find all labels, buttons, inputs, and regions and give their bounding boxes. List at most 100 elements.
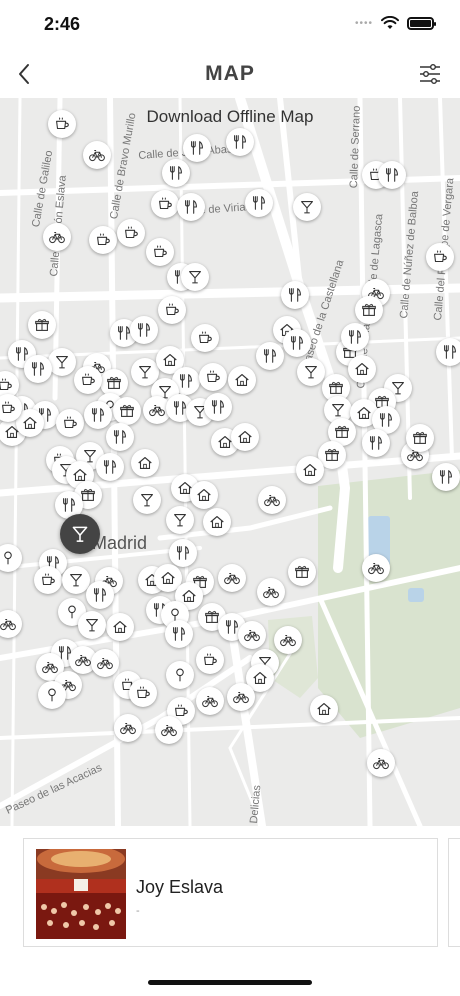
venue-pin-home[interactable] xyxy=(190,481,218,509)
bicycle-icon xyxy=(224,573,240,585)
venue-pin-food[interactable] xyxy=(183,134,211,162)
venue-pin-bike[interactable] xyxy=(367,749,395,777)
venue-pin-coffee[interactable] xyxy=(146,238,174,266)
venue-pin-pin[interactable] xyxy=(166,661,194,689)
venue-pin-food[interactable] xyxy=(86,581,114,609)
cutlery-icon xyxy=(289,288,301,302)
place-carousel[interactable]: Joy Eslava - xyxy=(0,826,460,996)
venue-pin-food[interactable] xyxy=(165,620,193,648)
venue-pin-food[interactable] xyxy=(256,342,284,370)
cocktail-icon xyxy=(141,494,153,507)
venue-pin-coffee[interactable] xyxy=(89,226,117,254)
venue-pin-bike[interactable] xyxy=(274,626,302,654)
venue-pin-bike[interactable] xyxy=(227,683,255,711)
house-icon xyxy=(355,363,369,375)
venue-pin-coffee[interactable] xyxy=(199,363,227,391)
venue-pin-food[interactable] xyxy=(226,128,254,156)
venue-pin-cocktail[interactable] xyxy=(181,263,209,291)
venue-pin-home[interactable] xyxy=(131,449,159,477)
venue-pin-food[interactable] xyxy=(96,453,124,481)
venue-pin-food[interactable] xyxy=(169,539,197,567)
venue-pin-coffee[interactable] xyxy=(426,243,454,271)
venue-pin-home[interactable] xyxy=(348,355,376,383)
venue-pin-bike[interactable] xyxy=(257,578,285,606)
venue-pin-food[interactable] xyxy=(436,338,460,366)
venue-pin-food[interactable] xyxy=(432,463,460,491)
venue-pin-coffee[interactable] xyxy=(74,366,102,394)
bicycle-icon xyxy=(264,495,280,507)
coffee-cup-icon xyxy=(42,573,55,586)
venue-pin-food[interactable] xyxy=(204,393,232,421)
filter-button[interactable] xyxy=(414,58,446,90)
venue-pin-coffee[interactable] xyxy=(158,296,186,324)
coffee-cup-icon xyxy=(434,250,447,263)
venue-pin-bike[interactable] xyxy=(43,223,71,251)
place-photo xyxy=(36,849,126,939)
venue-pin-bike[interactable] xyxy=(196,687,224,715)
venue-pin-home[interactable] xyxy=(310,695,338,723)
venue-pin-food[interactable] xyxy=(378,161,406,189)
place-card[interactable]: Joy Eslava - xyxy=(23,838,438,947)
venue-pin-pin[interactable] xyxy=(38,681,66,709)
bicycle-icon xyxy=(280,635,296,647)
venue-pin-food[interactable] xyxy=(24,355,52,383)
venue-pin-bike[interactable] xyxy=(91,649,119,677)
venue-pin-coffee[interactable] xyxy=(191,324,219,352)
venue-pin-cocktail[interactable] xyxy=(133,486,161,514)
cutlery-icon xyxy=(349,330,361,344)
venue-pin-cocktail[interactable] xyxy=(293,193,321,221)
venue-pin-coffee[interactable] xyxy=(48,110,76,138)
venue-pin-gift[interactable] xyxy=(113,397,141,425)
venue-pin-gift[interactable] xyxy=(355,296,383,324)
venue-pin-coffee[interactable] xyxy=(151,190,179,218)
venue-pin-home[interactable] xyxy=(228,366,256,394)
venue-pin-home[interactable] xyxy=(231,423,259,451)
venue-pin-home[interactable] xyxy=(203,508,231,536)
venue-pin-coffee[interactable] xyxy=(117,219,145,247)
venue-pin-food[interactable] xyxy=(245,189,273,217)
wifi-icon xyxy=(381,16,399,29)
venue-pin-cocktail[interactable] xyxy=(48,348,76,376)
bicycle-icon xyxy=(42,662,58,674)
venue-pin-cocktail[interactable] xyxy=(166,506,194,534)
venue-pin-food[interactable] xyxy=(341,323,369,351)
venue-pin-food[interactable] xyxy=(162,159,190,187)
venue-pin-bike[interactable] xyxy=(218,564,246,592)
bicycle-icon xyxy=(49,232,65,244)
venue-pin-bike[interactable] xyxy=(238,621,266,649)
venue-pin-food[interactable] xyxy=(283,329,311,357)
venue-pin-food[interactable] xyxy=(362,429,390,457)
venue-pin-home[interactable] xyxy=(296,456,324,484)
venue-pin-bike[interactable] xyxy=(83,141,111,169)
selected-venue-pin[interactable] xyxy=(60,514,100,554)
venue-pin-gift[interactable] xyxy=(406,424,434,452)
map-view[interactable]: Download Offline Map Calle de Galileo Ca… xyxy=(0,98,460,826)
bicycle-icon xyxy=(202,696,218,708)
venue-pin-gift[interactable] xyxy=(288,558,316,586)
venue-pin-food[interactable] xyxy=(84,401,112,429)
next-place-card[interactable] xyxy=(448,838,460,947)
venue-pin-bike[interactable] xyxy=(114,714,142,742)
bicycle-icon xyxy=(368,563,384,575)
venue-pin-coffee[interactable] xyxy=(34,566,62,594)
venue-pin-cocktail[interactable] xyxy=(297,358,325,386)
cellular-signal-icon: •••• xyxy=(354,17,373,29)
venue-pin-food[interactable] xyxy=(177,193,205,221)
venue-pin-food[interactable] xyxy=(130,316,158,344)
venue-pin-bike[interactable] xyxy=(155,716,183,744)
venue-pin-coffee[interactable] xyxy=(56,409,84,437)
bicycle-icon xyxy=(161,725,177,737)
venue-pin-coffee[interactable] xyxy=(129,679,157,707)
venue-pin-bike[interactable] xyxy=(362,554,390,582)
venue-pin-coffee[interactable] xyxy=(196,646,224,674)
venue-pin-bike[interactable] xyxy=(258,486,286,514)
gift-icon xyxy=(107,376,121,389)
cutlery-icon xyxy=(138,323,150,337)
venue-pin-home[interactable] xyxy=(106,613,134,641)
venue-pin-cocktail[interactable] xyxy=(78,611,106,639)
venue-pin-gift[interactable] xyxy=(28,311,56,339)
cutlery-icon xyxy=(440,470,452,484)
house-icon xyxy=(182,590,196,602)
venue-pin-food[interactable] xyxy=(106,423,134,451)
venue-pin-food[interactable] xyxy=(281,281,309,309)
